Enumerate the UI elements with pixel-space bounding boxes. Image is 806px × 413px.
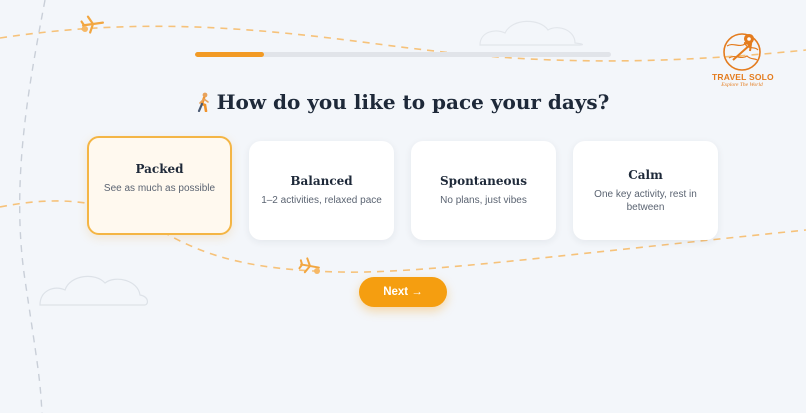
globe-logo-icon: [723, 33, 761, 71]
logo-subtitle: Explore The World: [721, 82, 763, 88]
option-title: Packed: [135, 162, 184, 176]
option-title: Calm: [628, 167, 663, 182]
option-title: Spontaneous: [440, 174, 527, 188]
option-title: Balanced: [290, 174, 353, 188]
walking-person-icon: [197, 92, 211, 117]
option-description: See as much as possible: [103, 183, 216, 194]
progress-bar: [195, 52, 611, 57]
plane-icon-top: [80, 15, 105, 34]
travel-solo-logo: TRAVEL SOLO Explore The World: [712, 30, 774, 94]
plane-icon-middle: [298, 257, 320, 274]
option-card-balanced[interactable]: Balanced 1–2 activities, relaxed pace: [249, 141, 394, 240]
next-button[interactable]: Next →: [359, 277, 447, 307]
cloud-top: [479, 20, 583, 46]
progress-fill: [195, 52, 264, 57]
option-card-spontaneous[interactable]: Spontaneous No plans, just vibes: [411, 141, 556, 240]
option-card-packed[interactable]: Packed See as much as possible: [87, 136, 232, 235]
option-description: 1–2 activities, relaxed pace: [261, 195, 382, 206]
cloud-left: [39, 275, 148, 306]
flight-path-vertical: [19, 0, 46, 413]
question-heading: How do you like to pace your days?: [0, 90, 806, 117]
logo-title: TRAVEL SOLO: [712, 72, 774, 82]
question-text: How do you like to pace your days?: [216, 90, 610, 114]
option-card-calm[interactable]: Calm One key activity, rest in between: [573, 141, 718, 240]
option-description: No plans, just vibes: [440, 195, 527, 206]
option-description: One key activity, rest in between: [594, 188, 697, 213]
